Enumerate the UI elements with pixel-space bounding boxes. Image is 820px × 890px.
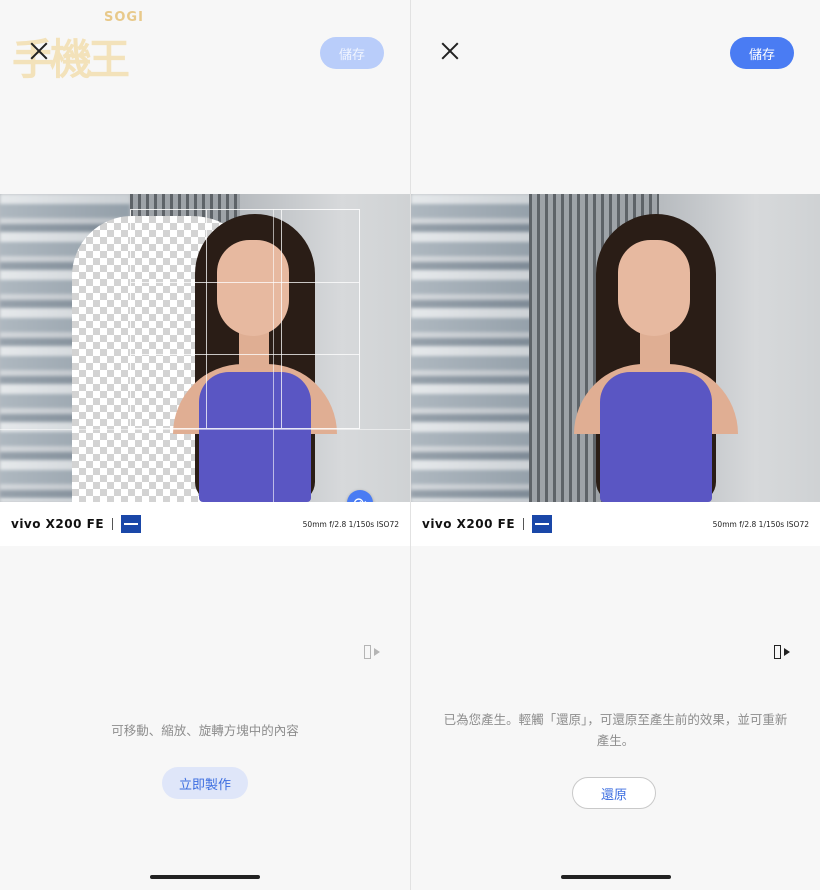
save-button[interactable]: 儲存 bbox=[320, 37, 384, 69]
watermark-divider bbox=[523, 518, 525, 530]
hint-text: 已為您產生。輕觸「還原」，可還原至產生前的效果，並可重新產生。 bbox=[443, 712, 788, 748]
zeiss-logo bbox=[121, 515, 142, 533]
save-button[interactable]: 儲存 bbox=[730, 37, 794, 69]
guide-line-horizontal bbox=[0, 429, 410, 430]
close-icon[interactable] bbox=[26, 38, 52, 64]
guide-line-vertical bbox=[273, 209, 274, 502]
camera-watermark: vivo X200 FE 50mm f/2.8 1/150s ISO72 bbox=[0, 502, 410, 546]
home-indicator[interactable] bbox=[150, 875, 260, 879]
photo-preview[interactable] bbox=[0, 194, 410, 502]
logo-text: SOGI bbox=[104, 10, 144, 25]
background-building bbox=[411, 194, 541, 502]
watermark-brand: vivo X200 FE bbox=[11, 517, 105, 531]
person-subject bbox=[556, 214, 756, 502]
zeiss-logo bbox=[532, 515, 553, 533]
watermark-specs: 50mm f/2.8 1/150s ISO72 bbox=[302, 519, 399, 529]
close-icon[interactable] bbox=[437, 38, 463, 64]
watermark-brand: vivo X200 FE bbox=[422, 517, 516, 531]
crop-box[interactable] bbox=[130, 209, 360, 429]
mirror-icon[interactable] bbox=[774, 645, 790, 659]
photo-preview[interactable] bbox=[411, 194, 820, 502]
home-indicator[interactable] bbox=[561, 875, 671, 879]
watermark-specs: 50mm f/2.8 1/150s ISO72 bbox=[712, 519, 809, 529]
make-now-button[interactable]: 立即製作 bbox=[162, 767, 248, 799]
right-panel: 儲存 vivo X200 FE 50mm f/2.8 1/150s ISO72 … bbox=[411, 0, 820, 890]
restore-button[interactable]: 還原 bbox=[572, 777, 656, 809]
left-panel: SOGI 手機王 儲存 ⟳ vivo X200 FE 50mm f/2.8 1/… bbox=[0, 0, 410, 890]
mirror-icon[interactable] bbox=[364, 645, 380, 659]
hint-text: 可移動、縮放、旋轉方塊中的內容 bbox=[111, 723, 299, 738]
camera-watermark: vivo X200 FE 50mm f/2.8 1/150s ISO72 bbox=[411, 502, 820, 546]
watermark-divider bbox=[112, 518, 114, 530]
